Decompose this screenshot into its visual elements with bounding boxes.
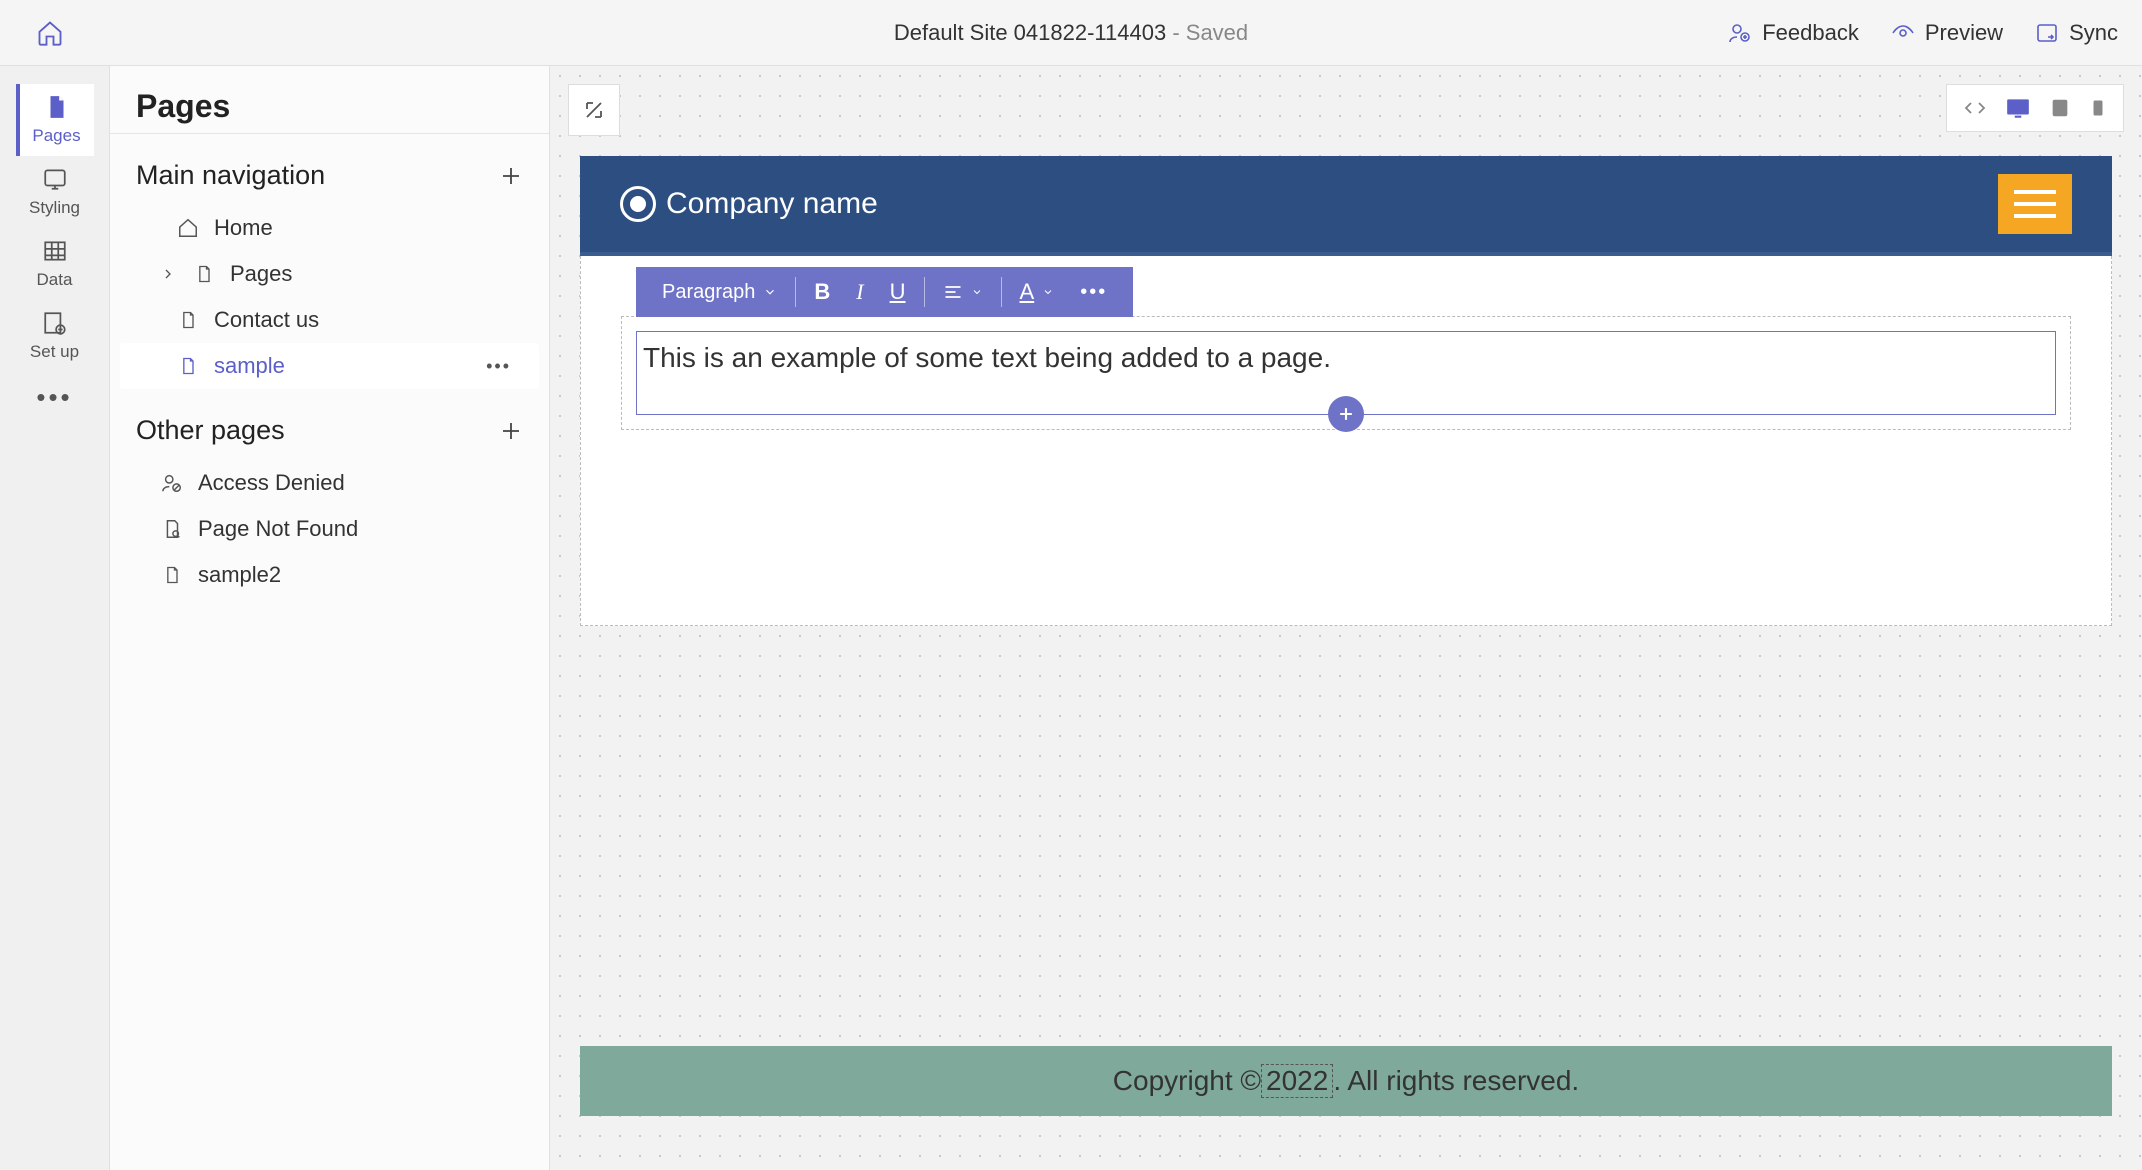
page-search-icon [160, 518, 184, 540]
tree-access-label: Access Denied [198, 470, 345, 496]
italic-button[interactable]: I [844, 267, 875, 317]
rail-more[interactable]: ••• [16, 372, 94, 423]
user-denied-icon [160, 472, 184, 494]
tree-sample2-label: sample2 [198, 562, 281, 588]
save-status: - Saved [1172, 20, 1248, 45]
editor-canvas: Company name Paragraph B I U [550, 66, 2142, 1170]
underline-button[interactable]: U [878, 267, 918, 317]
page-icon [192, 264, 216, 284]
rail-styling[interactable]: Styling [16, 156, 94, 228]
expand-button[interactable] [568, 84, 620, 136]
other-pages-header: Other pages [110, 389, 549, 460]
preview-button[interactable]: Preview [1891, 20, 2003, 46]
main-nav-tree: Home Pages Contact us sample ••• [110, 205, 549, 389]
text-editor[interactable]: This is an example of some text being ad… [636, 331, 2056, 415]
align-dropdown[interactable] [931, 267, 995, 317]
add-section-button[interactable] [1328, 396, 1364, 432]
bold-button[interactable]: B [802, 267, 842, 317]
tree-sample[interactable]: sample ••• [120, 343, 539, 389]
feedback-icon [1728, 21, 1752, 45]
main-nav-header: Main navigation [110, 134, 549, 205]
view-mode-toggle [1946, 84, 2124, 132]
add-main-nav-button[interactable] [499, 164, 523, 188]
rich-text-toolbar: Paragraph B I U A [636, 267, 1133, 317]
style-dropdown[interactable]: Paragraph [650, 267, 789, 317]
rail-styling-label: Styling [29, 198, 80, 218]
page-preview: Company name Paragraph B I U [580, 156, 2112, 1116]
rail-pages-label: Pages [32, 126, 80, 146]
other-pages-label: Other pages [136, 415, 285, 446]
content-section[interactable]: Paragraph B I U A [580, 256, 2112, 626]
toolbar-more-button[interactable]: ••• [1068, 267, 1119, 317]
setup-icon [42, 310, 68, 336]
ellipsis-icon: ••• [36, 382, 72, 413]
page-icon [44, 94, 70, 120]
rail-setup-label: Set up [30, 342, 79, 362]
footer-year[interactable]: 2022 [1261, 1064, 1333, 1098]
tree-contact-label: Contact us [214, 307, 319, 333]
rail-setup[interactable]: Set up [16, 300, 94, 372]
feedback-button[interactable]: Feedback [1728, 20, 1859, 46]
nav-rail: Pages Styling Data Set up ••• [0, 66, 110, 1170]
tree-sample-label: sample [214, 353, 285, 379]
tree-not-found[interactable]: Page Not Found [120, 506, 539, 552]
top-actions: Feedback Preview Sync [1728, 20, 2118, 46]
footer-post: . All rights reserved. [1333, 1065, 1579, 1097]
text-component[interactable]: Paragraph B I U A [621, 316, 2071, 430]
other-tree: Access Denied Page Not Found sample2 [110, 460, 549, 598]
canvas-spacer [580, 626, 2112, 1046]
style-label: Paragraph [662, 281, 755, 304]
styling-icon [42, 166, 68, 192]
toolbar-separator [795, 277, 796, 307]
menu-toggle-button[interactable] [1998, 174, 2072, 234]
rail-data-label: Data [37, 270, 73, 290]
tree-contact[interactable]: Contact us [120, 297, 539, 343]
sync-label: Sync [2069, 20, 2118, 46]
desktop-view-button[interactable] [2005, 95, 2031, 121]
panel-title: Pages [110, 66, 549, 134]
preview-footer: Copyright © 2022 . All rights reserved. [580, 1046, 2112, 1116]
tree-notfound-label: Page Not Found [198, 516, 358, 542]
site-title: Default Site 041822-114403 - Saved [894, 20, 1248, 46]
brand[interactable]: Company name [620, 186, 878, 222]
rail-pages[interactable]: Pages [16, 84, 94, 156]
preview-header: Company name [580, 156, 2112, 256]
tree-pages-label: Pages [230, 261, 292, 287]
item-more-button[interactable]: ••• [486, 356, 511, 377]
preview-icon [1891, 21, 1915, 45]
tree-home[interactable]: Home [120, 205, 539, 251]
page-icon [176, 310, 200, 330]
site-name: Default Site 041822-114403 [894, 20, 1166, 45]
toolbar-separator [924, 277, 925, 307]
page-icon [160, 565, 184, 585]
toolbar-separator [1001, 277, 1002, 307]
text-content: This is an example of some text being ad… [643, 342, 1331, 373]
data-icon [42, 238, 68, 264]
top-bar: Default Site 041822-114403 - Saved Feedb… [0, 0, 2142, 66]
feedback-label: Feedback [1762, 20, 1859, 46]
tree-home-label: Home [214, 215, 273, 241]
tree-pages[interactable]: Pages [120, 251, 539, 297]
sync-icon [2035, 21, 2059, 45]
footer-pre: Copyright © [1113, 1065, 1261, 1097]
brand-name: Company name [666, 187, 878, 221]
rail-data[interactable]: Data [16, 228, 94, 300]
tablet-view-button[interactable] [2049, 97, 2071, 119]
tree-sample2[interactable]: sample2 [120, 552, 539, 598]
home-icon[interactable] [36, 19, 64, 47]
tree-access-denied[interactable]: Access Denied [120, 460, 539, 506]
font-color-dropdown[interactable]: A [1008, 267, 1067, 317]
code-view-button[interactable] [1963, 96, 1987, 120]
brand-logo-icon [620, 186, 656, 222]
home-icon [176, 217, 200, 239]
add-other-page-button[interactable] [499, 419, 523, 443]
preview-label: Preview [1925, 20, 2003, 46]
mobile-view-button[interactable] [2089, 97, 2107, 119]
page-icon [176, 356, 200, 376]
sync-button[interactable]: Sync [2035, 20, 2118, 46]
main-nav-label: Main navigation [136, 160, 325, 191]
chevron-right-icon[interactable] [160, 266, 178, 282]
pages-panel: Pages Main navigation Home Pages C [110, 66, 550, 1170]
